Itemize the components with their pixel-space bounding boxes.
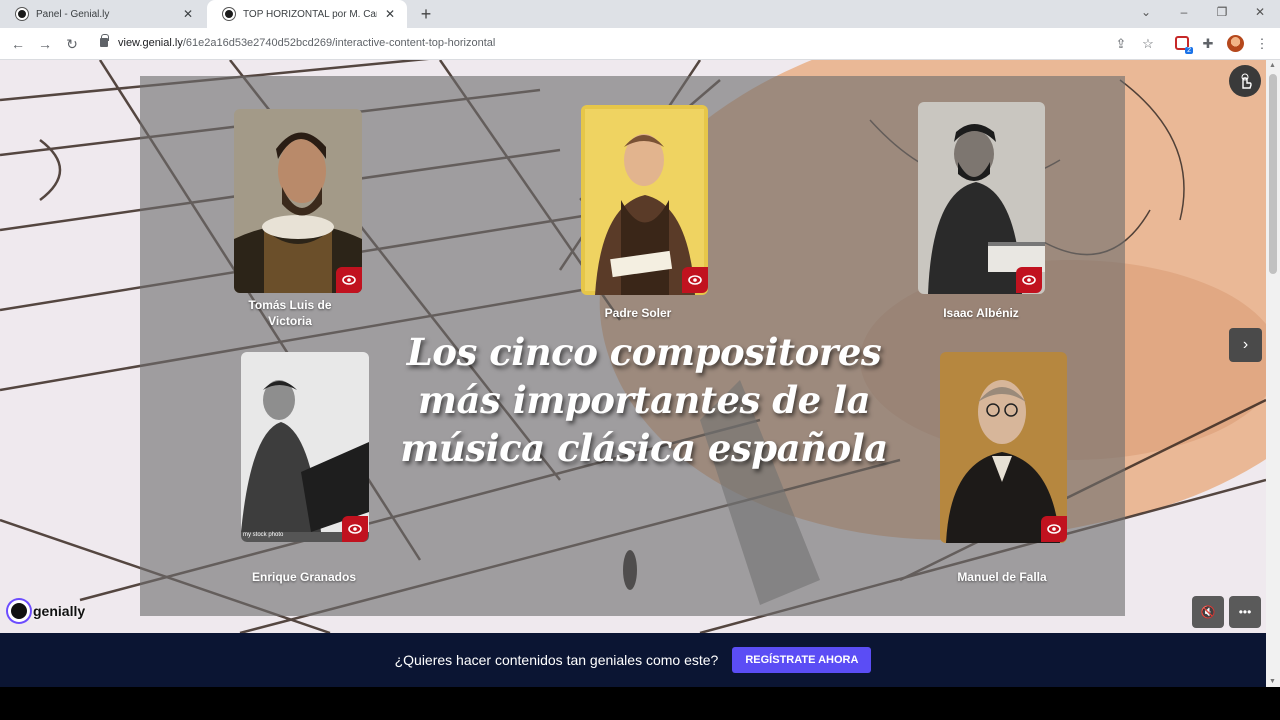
extensions-puzzle-icon[interactable]: ✚ — [1200, 36, 1216, 52]
next-slide-button[interactable]: › — [1229, 328, 1262, 362]
bottom-bar — [0, 687, 1280, 720]
composer-photo — [940, 352, 1067, 543]
url-path: /61e2a16d53e2740d52bcd269/interactive-co… — [182, 37, 496, 49]
window-close-icon[interactable]: ✕ — [1250, 5, 1270, 19]
maximize-icon[interactable]: ❐ — [1212, 5, 1232, 19]
eye-icon — [342, 275, 356, 285]
view-button[interactable] — [1041, 516, 1067, 542]
speaker-muted-icon: 🔇 — [1200, 605, 1216, 619]
reload-icon[interactable]: ↻ — [62, 34, 82, 54]
page-scrollbar[interactable]: ▲ ▼ — [1266, 60, 1280, 687]
chevron-right-icon: › — [1242, 336, 1249, 353]
scroll-up-icon[interactable]: ▲ — [1269, 62, 1276, 69]
genially-favicon-icon — [223, 8, 235, 20]
minimize-icon[interactable]: – — [1174, 5, 1194, 19]
browser-tab-bar: Panel - Genial.ly ✕ TOP HORIZONTAL por M… — [0, 0, 1280, 28]
url-field[interactable]: view.genial.ly/61e2a16d53e2740d52bcd269/… — [118, 37, 495, 49]
genially-brand[interactable]: genially — [8, 600, 85, 622]
view-button[interactable] — [682, 267, 708, 293]
genially-favicon-icon — [16, 8, 28, 20]
portrait-albeniz — [918, 102, 1045, 294]
browser-toolbar: ← → ↻ view.genial.ly/61e2a16d53e2740d52b… — [0, 28, 1280, 60]
tab-top-horizontal[interactable]: TOP HORIZONTAL por M. Carme ✕ — [207, 0, 407, 28]
back-icon[interactable]: ← — [8, 34, 28, 54]
banner-text: ¿Quieres hacer contenidos tan geniales c… — [394, 652, 719, 668]
portrait-falla — [940, 352, 1067, 543]
portrait-victoria — [234, 109, 362, 293]
view-button[interactable] — [1016, 267, 1042, 293]
composer-name: Isaac Albéniz — [943, 306, 1019, 320]
eye-icon — [688, 275, 702, 285]
portrait-granados — [241, 352, 369, 542]
share-icon[interactable]: ⇪ — [1113, 36, 1129, 52]
extension-icon[interactable]: 2 — [1175, 36, 1193, 54]
composer-photo: my stock photo — [241, 352, 369, 542]
composer-name-line2: Victoria — [268, 314, 312, 328]
eye-icon — [348, 524, 362, 534]
signup-banner: ¿Quieres hacer contenidos tan geniales c… — [0, 633, 1266, 687]
profile-avatar[interactable] — [1227, 35, 1244, 52]
composer-photo — [918, 102, 1045, 294]
lock-icon — [100, 34, 109, 47]
more-options-button[interactable]: ••• — [1229, 596, 1261, 628]
new-tab-icon[interactable]: + — [416, 4, 436, 25]
composer-name: Tomás Luis de Victoria — [230, 297, 350, 329]
presentation-viewport: Tomás Luis de Victoria Padre Soler Isaac… — [0, 60, 1266, 633]
view-button[interactable] — [336, 267, 362, 293]
scroll-down-icon[interactable]: ▼ — [1269, 678, 1276, 685]
menu-kebab-icon[interactable]: ⋮ — [1254, 36, 1270, 52]
tab-title: Panel - Genial.ly — [36, 8, 110, 20]
touch-hand-icon — [1241, 73, 1252, 89]
tab-search-icon[interactable]: ⌄ — [1136, 5, 1156, 19]
close-icon[interactable]: ✕ — [383, 7, 397, 21]
composer-name: Manuel de Falla — [957, 570, 1047, 584]
composer-name: Padre Soler — [604, 306, 672, 320]
url-domain: view.genial.ly — [118, 37, 183, 49]
bookmark-star-icon[interactable]: ☆ — [1140, 36, 1156, 52]
view-button[interactable] — [342, 516, 368, 542]
tab-title: TOP HORIZONTAL por M. Carme — [243, 8, 377, 20]
presentation-title: Los cinco compositores más importantes d… — [400, 330, 888, 470]
close-icon[interactable]: ✕ — [181, 7, 195, 21]
brand-text: genially — [33, 603, 86, 619]
eye-icon — [1047, 524, 1061, 534]
composer-photo — [234, 109, 362, 293]
mute-button[interactable]: 🔇 — [1192, 596, 1224, 628]
extension-badge-count: 2 — [1185, 47, 1193, 54]
eye-icon — [1022, 275, 1036, 285]
register-button[interactable]: REGÍSTRATE AHORA — [732, 647, 872, 673]
scroll-thumb[interactable] — [1269, 74, 1277, 274]
fullscreen-button[interactable] — [1229, 65, 1261, 97]
tab-panel[interactable]: Panel - Genial.ly ✕ — [0, 0, 205, 28]
photo-watermark-caption: my stock photo — [243, 532, 284, 538]
composer-name: Enrique Granados — [251, 570, 357, 584]
more-dots-icon: ••• — [1238, 605, 1252, 619]
composer-name-line1: Tomás Luis de — [248, 298, 332, 312]
forward-icon[interactable]: → — [35, 34, 55, 54]
genially-logo-icon — [8, 600, 30, 622]
